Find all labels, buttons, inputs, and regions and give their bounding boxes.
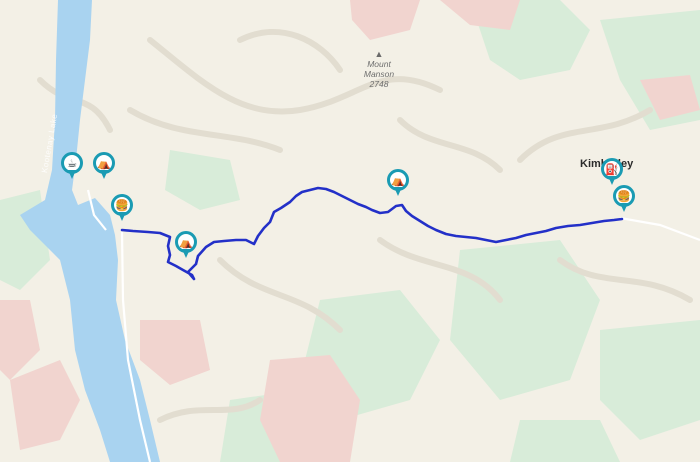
fuel-icon: ⛽ (605, 162, 619, 176)
tent-icon: ⛺ (97, 156, 111, 170)
map-marker-campground[interactable]: ⛺ (93, 152, 115, 180)
map-marker-fuel[interactable]: ⛽ (601, 158, 623, 186)
map-marker-food[interactable]: 🍔 (111, 194, 133, 222)
map-marker-food[interactable]: 🍔 (613, 185, 635, 213)
burger-icon: 🍔 (115, 198, 129, 212)
peak-label: ▲ Mount Manson 2748 (359, 49, 399, 89)
map-marker-campground[interactable]: ⛺ (175, 231, 197, 259)
burger-icon: 🍔 (617, 189, 631, 203)
map-marker-campground[interactable]: ⛺ (387, 169, 409, 197)
map-marker-coffee[interactable]: ☕ (61, 152, 83, 180)
map-canvas[interactable]: ▲ Mount Manson 2748 Kootenay Lake Kimber… (0, 0, 700, 462)
mountain-peak-icon: ▲ (374, 49, 384, 59)
peak-elevation: 2748 (369, 79, 389, 89)
peak-name: Mount Manson (363, 59, 395, 79)
coffee-icon: ☕ (67, 156, 77, 170)
tent-icon: ⛺ (179, 235, 193, 249)
tent-icon: ⛺ (391, 173, 405, 187)
map-layers (0, 0, 700, 462)
